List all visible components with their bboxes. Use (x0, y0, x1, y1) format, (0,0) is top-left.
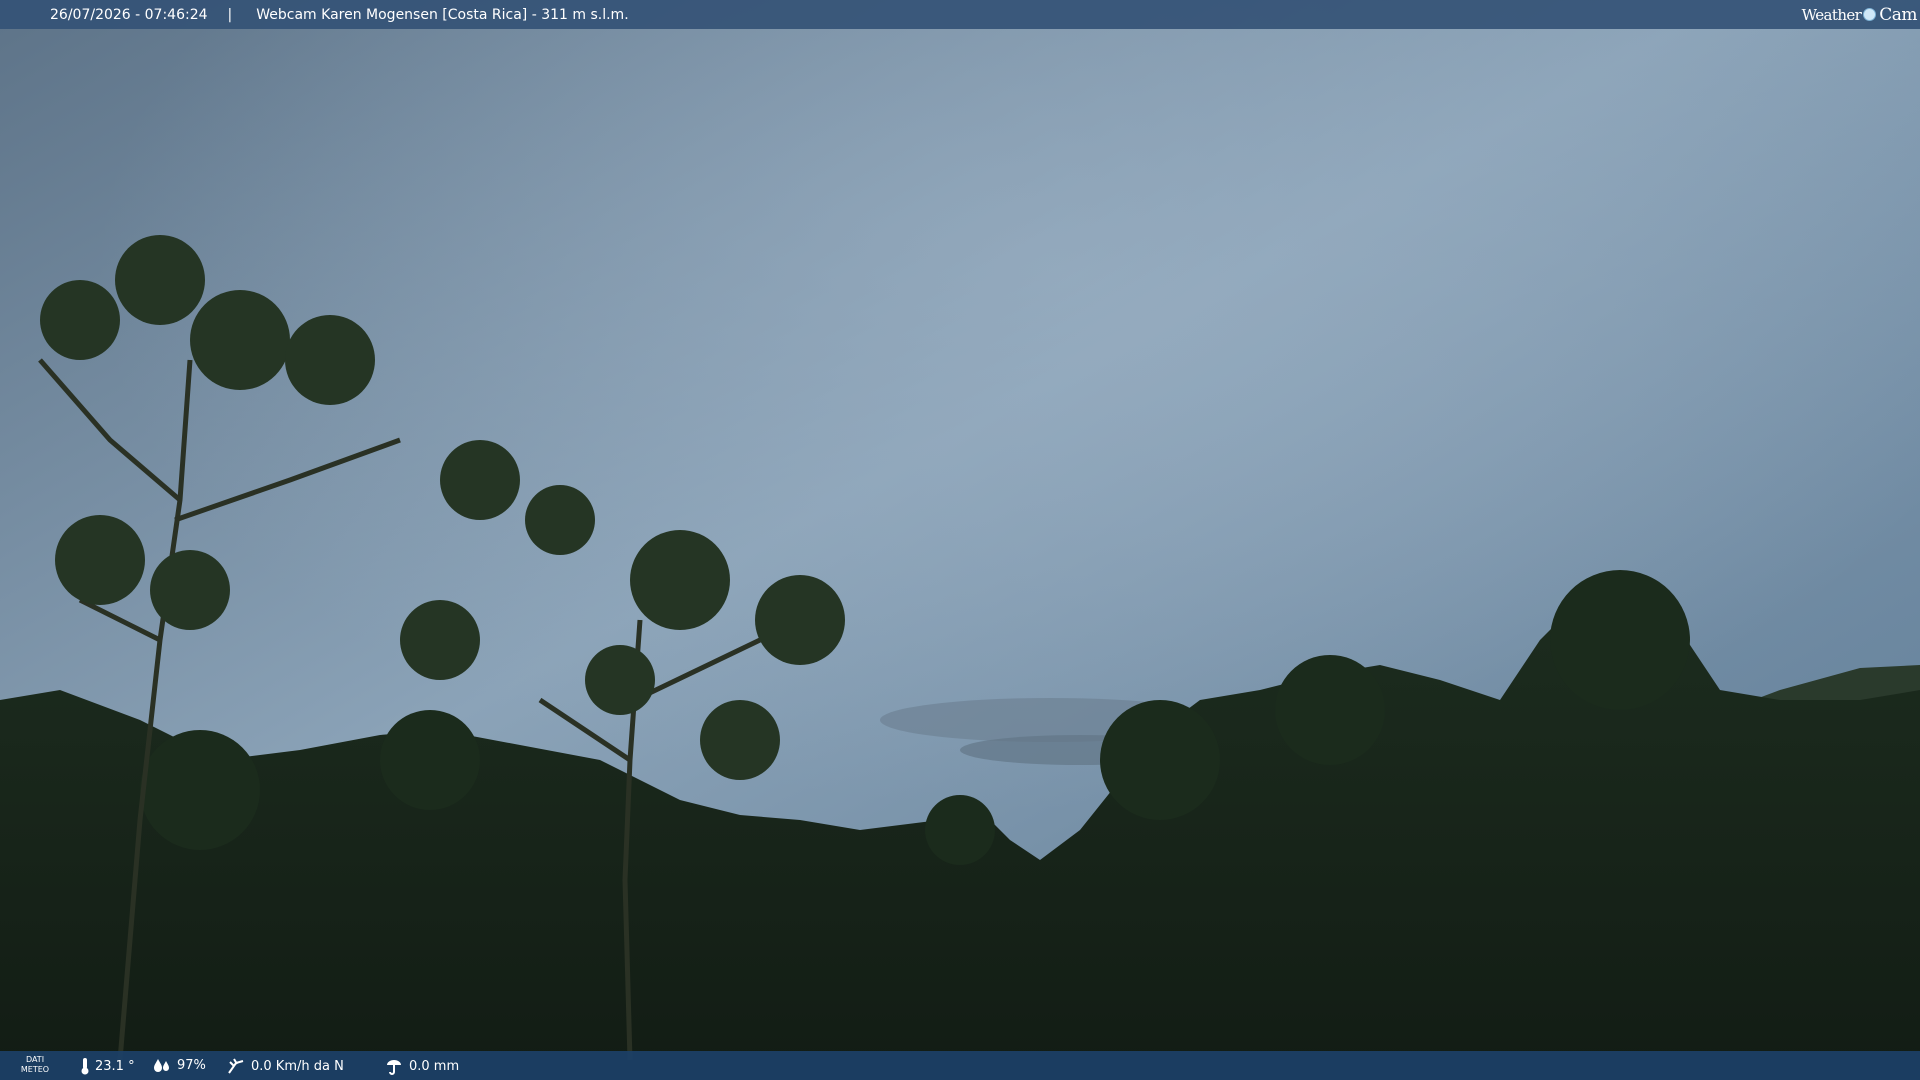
meteo-label-line1: DATI (25, 1055, 45, 1064)
webcam-title: Webcam Karen Mogensen [Costa Rica] - 311… (256, 6, 629, 23)
rain-gauge-icon (387, 1060, 401, 1075)
rain-value: 0.0 mm (409, 1058, 460, 1074)
header-separator: | (227, 6, 233, 23)
weathercam-logo[interactable]: Weather Cam (1801, 3, 1918, 26)
header-bar: 26/07/2026 - 07:46:24 | Webcam Karen Mog… (0, 0, 1920, 29)
logo-dot-icon (1863, 8, 1877, 21)
logo-word-weather: Weather (1801, 5, 1862, 24)
meteo-label-line2: METEO (20, 1065, 50, 1074)
wind-icon (228, 1058, 244, 1074)
webcam-image (0, 0, 1920, 1080)
humidity-icon (154, 1059, 169, 1072)
temperature-value: 23.1 ° (95, 1058, 135, 1074)
footer-bar: DATI METEO 23.1 ° 97% 0.0 Km/h da N 0.0 … (0, 1051, 1920, 1080)
timestamp: 26/07/2026 - 07:46:24 (50, 6, 208, 23)
meteo-label: DATI METEO (18, 1055, 52, 1075)
temperature-readout: 23.1 ° (80, 1057, 135, 1075)
thermometer-icon (81, 1058, 89, 1075)
wind-value: 0.0 Km/h da N (251, 1058, 344, 1074)
rain-readout: 0.0 mm (384, 1057, 459, 1075)
logo-word-cam: Cam (1879, 4, 1917, 25)
humidity-readout: 97% (152, 1057, 206, 1073)
wind-readout: 0.0 Km/h da N (226, 1057, 344, 1075)
humidity-value: 97% (177, 1057, 206, 1073)
